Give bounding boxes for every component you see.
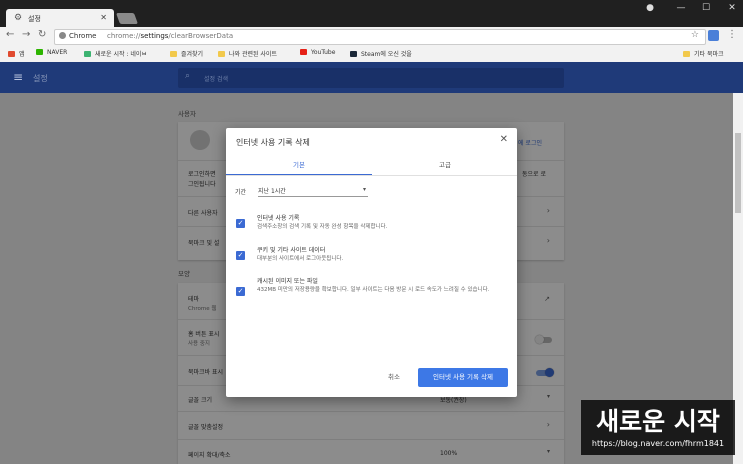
bookmark-youtube[interactable]: YouTube: [300, 49, 335, 56]
youtube-icon: [300, 49, 307, 55]
cache-option-title: 캐시된 이미지 또는 파일: [257, 278, 318, 285]
close-icon[interactable]: ✕: [500, 134, 508, 145]
forward-icon[interactable]: →: [22, 29, 30, 40]
scrollbar-thumb[interactable]: [735, 133, 741, 213]
history-option-title: 인터넷 사용 기록: [257, 215, 300, 222]
tab-close-button[interactable]: ✕: [100, 13, 107, 22]
history-checkbox[interactable]: ✓: [236, 219, 245, 228]
maximize-button[interactable]: ☐: [696, 3, 716, 17]
cache-option-desc: 432MB 미만의 저장용량을 확보합니다. 일부 사이트는 다음 방문 시 로…: [257, 287, 490, 293]
period-value: 지난 1시간: [258, 188, 286, 195]
dialog-title: 인터넷 사용 기록 삭제: [236, 138, 310, 147]
title-bar: ⚙ 설정 ✕ ● — ☐ ✕: [0, 0, 743, 27]
menu-icon[interactable]: ⋮: [727, 29, 737, 40]
cookies-checkbox[interactable]: ✓: [236, 251, 245, 260]
watermark: 새로운 시작 https://blog.naver.com/fhrm1841: [581, 400, 735, 455]
settings-title: 설정: [33, 74, 48, 83]
cache-checkbox[interactable]: ✓: [236, 287, 245, 296]
watermark-title: 새로운 시작: [596, 407, 720, 436]
bookmarks-bar: 앱 NAVER 새로운 시작 : 네이ㅂ 즐겨찾기 나와 관련된 사이트 You…: [0, 45, 743, 63]
bookmark-related-sites[interactable]: 나와 관련된 사이트: [218, 49, 277, 58]
hamburger-menu-icon[interactable]: ≡: [13, 70, 23, 84]
clear-browsing-data-dialog: 인터넷 사용 기록 삭제 ✕ 기본 고급 기간 지난 1시간 ▾ ✓ 인터넷 사…: [226, 128, 517, 397]
chrome-label: Chrome: [69, 32, 97, 40]
settings-search-input[interactable]: ⌕ 설정 검색: [178, 68, 564, 88]
profile-icon[interactable]: ●: [640, 3, 660, 17]
bookmark-steam[interactable]: Steam에 오신 것을: [350, 49, 412, 58]
tab-advanced[interactable]: 고급: [372, 156, 518, 174]
search-placeholder: 설정 검색: [204, 76, 228, 83]
minimize-button[interactable]: —: [671, 3, 691, 17]
settings-header: ≡ 설정 ⌕ 설정 검색: [0, 62, 743, 93]
browser-tab[interactable]: ⚙ 설정 ✕: [6, 9, 114, 27]
folder-icon: [170, 51, 177, 57]
close-window-button[interactable]: ✕: [722, 3, 742, 17]
bookmark-blog[interactable]: 새로운 시작 : 네이ㅂ: [84, 49, 147, 58]
browser-toolbar: ← → ↻ Chrome chrome://settings/clearBrow…: [0, 27, 743, 45]
chrome-icon: [59, 32, 66, 39]
url-text: chrome://settings/clearBrowserData: [107, 32, 234, 40]
period-label: 기간: [235, 189, 247, 196]
bookmark-naver[interactable]: NAVER: [36, 49, 67, 56]
apps-icon: [8, 51, 15, 57]
gear-icon: ⚙: [14, 13, 23, 23]
blog-icon: [84, 51, 91, 57]
tab-advanced-label: 고급: [439, 161, 451, 169]
bookmark-star-icon[interactable]: ☆: [691, 30, 699, 40]
new-tab-button[interactable]: [115, 13, 139, 24]
steam-icon: [350, 51, 357, 57]
folder-icon: [218, 51, 225, 57]
back-icon[interactable]: ←: [6, 29, 14, 40]
clear-data-button[interactable]: 인터넷 사용 기록 삭제: [418, 368, 508, 387]
cancel-button[interactable]: 취소: [388, 371, 400, 381]
dropdown-arrow-icon: ▾: [362, 186, 366, 193]
tab-title: 설정: [28, 15, 41, 23]
watermark-url: https://blog.naver.com/fhrm1841: [591, 439, 725, 448]
tab-basic-label: 기본: [293, 161, 305, 169]
bookmark-favorites[interactable]: 즐겨찾기: [170, 49, 203, 58]
address-bar[interactable]: Chrome chrome://settings/clearBrowserDat…: [54, 29, 706, 45]
cookies-option-title: 쿠키 및 기타 사이트 데이터: [257, 247, 326, 254]
search-icon: ⌕: [185, 71, 191, 81]
period-select[interactable]: 지난 1시간 ▾: [258, 185, 368, 197]
tab-divider: [226, 175, 517, 176]
naver-icon: [36, 49, 43, 55]
reload-icon[interactable]: ↻: [38, 29, 46, 40]
cookies-option-desc: 대부분의 사이트에서 로그아웃됩니다.: [257, 256, 344, 262]
bookmark-apps[interactable]: 앱: [8, 49, 25, 58]
tab-basic[interactable]: 기본: [226, 156, 372, 176]
bookmark-other[interactable]: 기타 북마크: [683, 49, 724, 58]
translate-extension-icon[interactable]: [708, 30, 719, 41]
folder-icon: [683, 51, 690, 57]
history-option-desc: 검색주소창의 검색 기록 및 자동 완성 항목을 삭제합니다.: [257, 224, 388, 230]
